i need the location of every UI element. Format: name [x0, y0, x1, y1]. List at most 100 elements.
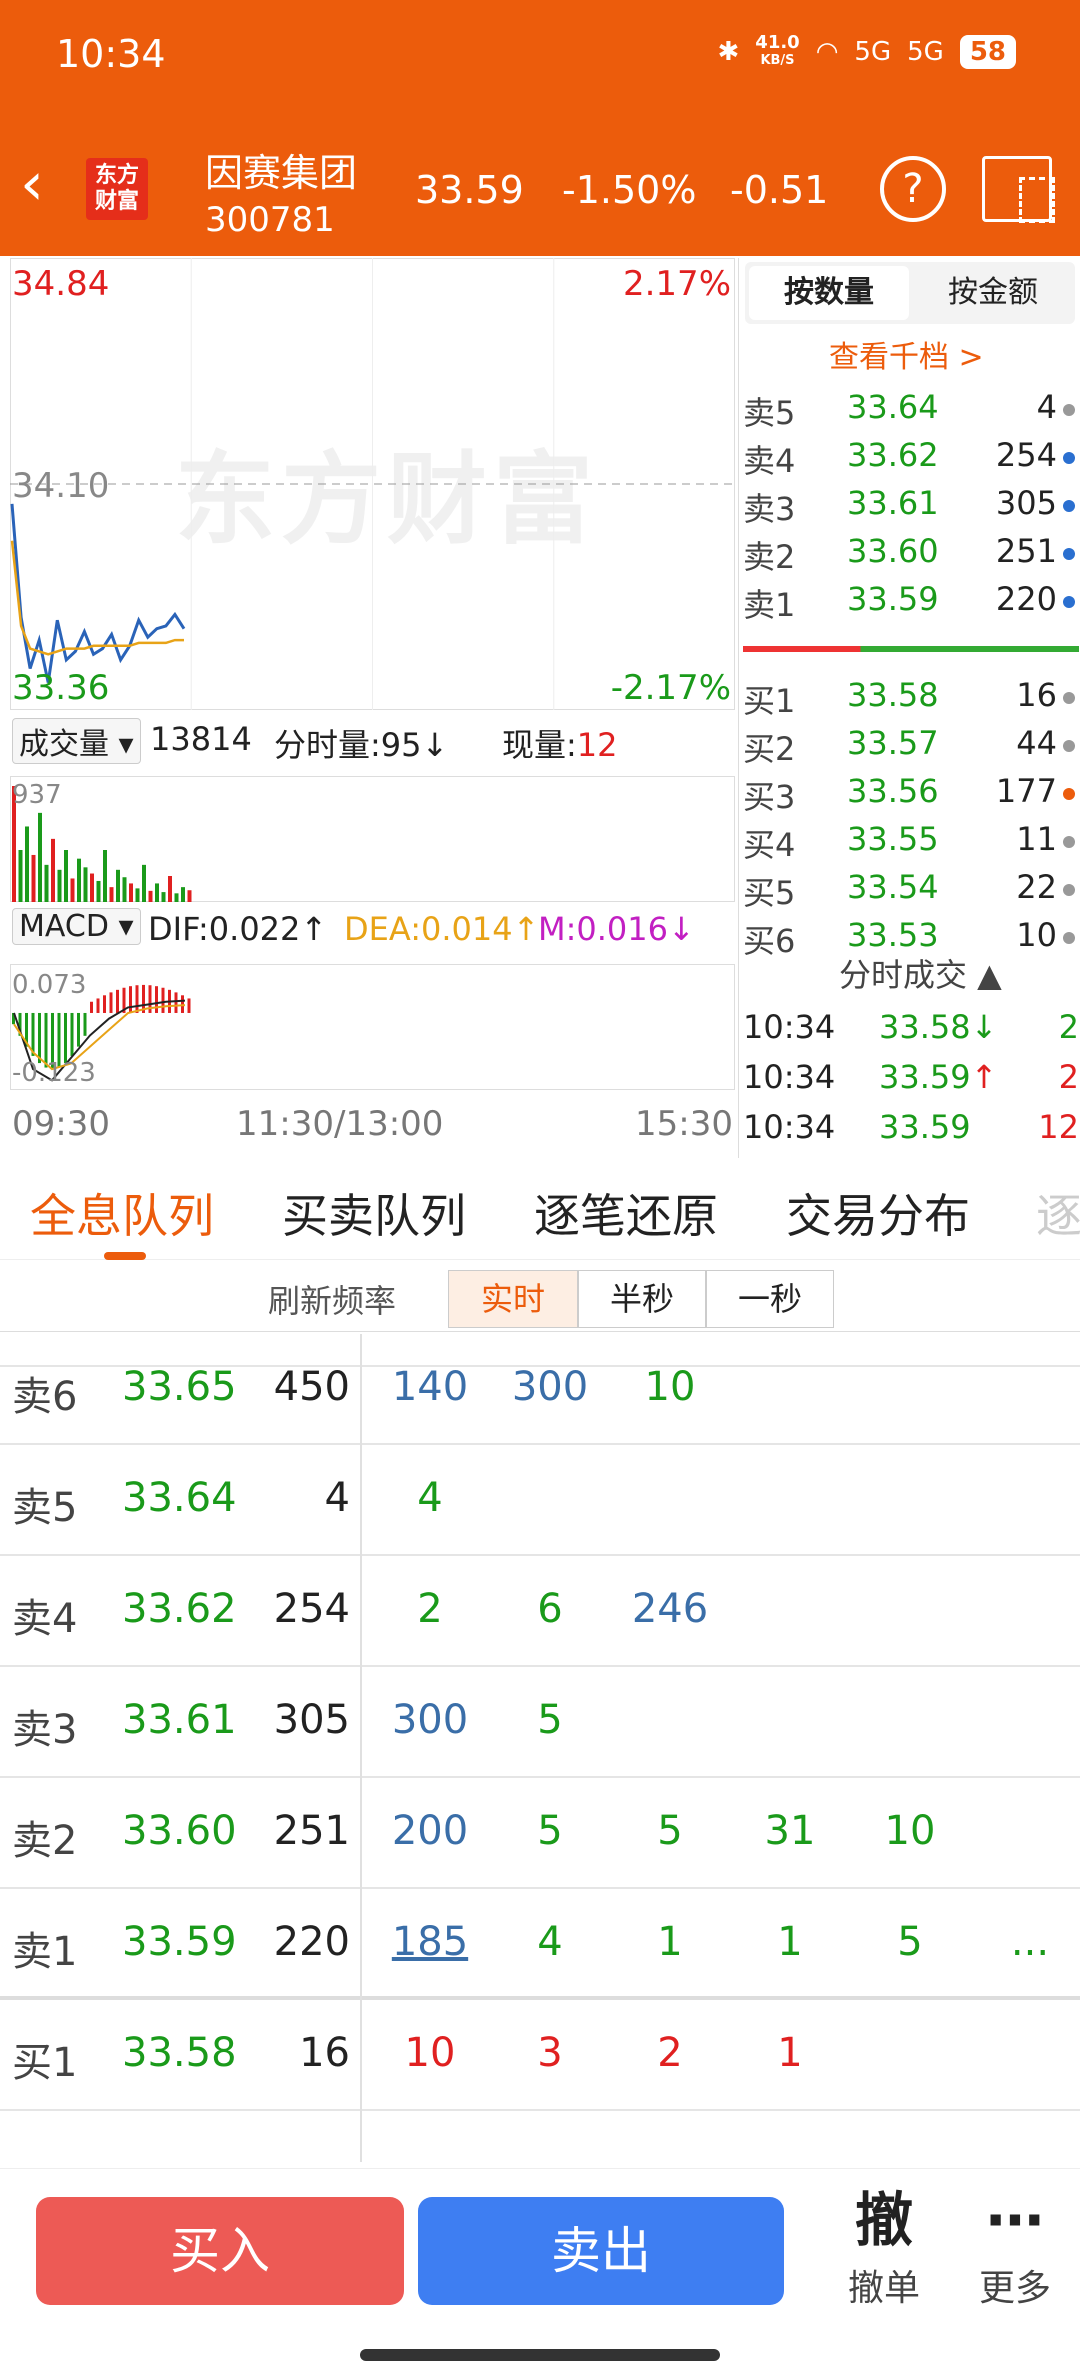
time-start: 09:30 [12, 1104, 110, 1144]
level-volume: 305 [995, 484, 1057, 522]
refresh-realtime[interactable]: 实时 [448, 1270, 578, 1328]
volume-bar [161, 892, 166, 902]
order-queue-table[interactable]: 卖6 33.65 450 140 300 10 卖5 33.64 4 4 卖4 33.62 254 2 6 2… [0, 1334, 1080, 2162]
more-button[interactable]: ⋯ 更多 [955, 2185, 1075, 2311]
intraday-chart-area[interactable]: 东方财富 34.84 2.17% 34.10 33.36 -2.17% 成交量 … [10, 258, 735, 1158]
more-levels-link[interactable]: 查看千档 > [829, 332, 984, 376]
tab-trade-distribution[interactable]: 交易分布 [786, 1180, 970, 1246]
volume-bar [31, 854, 36, 902]
tick-volume: 12 [1038, 1108, 1079, 1146]
level-dot-icon [1063, 788, 1075, 800]
cancel-order-button[interactable]: 撤 撤单 [824, 2185, 944, 2311]
macd-bottom-label: -0.123 [12, 1058, 96, 1088]
level-dot-icon [1063, 932, 1075, 944]
macd-bar [77, 1012, 80, 1047]
queue-row[interactable]: 买1 33.58 16 10 3 2 1 [0, 2000, 1080, 2111]
refresh-label: 刷新频率 [268, 1282, 397, 1320]
ticks-title[interactable]: 分时成交 ▲ [839, 950, 1002, 996]
macd-dif: DIF:0.022↑ [148, 910, 328, 948]
tab-by-amount[interactable]: 按金额 [913, 266, 1073, 320]
queue-price: 33.60 [122, 1808, 237, 1854]
ask-row[interactable]: 卖5 33.64 4 [743, 388, 1079, 436]
queue-price: 33.58 [122, 2030, 237, 2076]
status-icons: ✱ 41.0 KB/S ◠ 5G 5G 58 [718, 34, 1016, 70]
ask-row[interactable]: 卖1 33.59 220 [743, 580, 1079, 628]
queue-level: 卖6 [12, 1374, 78, 1420]
high-price-label: 34.84 [12, 264, 110, 304]
level-price: 33.61 [847, 484, 939, 522]
volume-bar [116, 869, 120, 902]
tick-volume: 分时量:95↓ [274, 726, 449, 764]
volume-bar [135, 888, 140, 902]
bid-row[interactable]: 买4 33.55 11 [743, 820, 1079, 868]
queue-level: 卖4 [12, 1596, 78, 1642]
queue-row[interactable]: 卖4 33.62 254 2 6 246 [0, 1556, 1080, 1667]
tab-bid-ask-queue[interactable]: 买卖队列 [282, 1180, 466, 1246]
bid-row[interactable]: 买2 33.57 44 [743, 724, 1079, 772]
queue-order: 5 [537, 1808, 563, 1854]
volume-bar [155, 883, 159, 902]
macd-dropdown[interactable]: MACD ▾ [12, 908, 141, 945]
buy-button[interactable]: 买入 [36, 2197, 404, 2305]
bottom-action-bar: 买入 卖出 撤 撤单 ⋯ 更多 [0, 2168, 1080, 2376]
tick-price: 33.59 [879, 1108, 971, 1146]
volume-bar [83, 867, 88, 902]
tick-volume: 2 [1058, 1008, 1079, 1046]
low-price-label: 33.36 [12, 668, 110, 708]
cancel-label: 撤单 [847, 2268, 920, 2309]
ask-row[interactable]: 卖2 33.60 251 [743, 532, 1079, 580]
tab-tick-restore[interactable]: 逐笔还原 [534, 1180, 718, 1246]
volume-bar [70, 878, 75, 902]
macd-bar [96, 998, 100, 1013]
header-price: 33.59 [415, 168, 524, 212]
queue-row[interactable]: 卖5 33.64 4 4 [0, 1445, 1080, 1556]
time-mid: 11:30/13:00 [236, 1104, 444, 1144]
macd-m: M:0.016↓ [538, 910, 695, 948]
level-dot-icon [1063, 548, 1075, 560]
wifi-icon: ◠ [815, 37, 839, 67]
macd-dea: DEA:0.014↑ [344, 910, 540, 948]
macd-bar [38, 1012, 41, 1064]
tab-full-queue[interactable]: 全息队列 [30, 1180, 214, 1246]
header-change: -0.51 [730, 168, 829, 212]
time-end: 15:30 [635, 1104, 733, 1144]
back-arrow-icon[interactable]: ‹ [20, 154, 44, 214]
refresh-half-second[interactable]: 半秒 [578, 1270, 706, 1328]
tick-arrow-icon: ↑ [970, 1058, 998, 1096]
stock-code: 300781 [205, 200, 335, 240]
queue-row[interactable]: 卖3 33.61 305 300 5 [0, 1667, 1080, 1778]
refresh-frequency-bar: 刷新频率 实时 半秒 一秒 [0, 1262, 1080, 1332]
bid-row[interactable]: 买5 33.54 22 [743, 868, 1079, 916]
active-tab-underline [104, 1252, 146, 1260]
refresh-one-second[interactable]: 一秒 [706, 1270, 834, 1328]
queue-row[interactable]: 卖1 33.59 220 185 4 1 1 5... [0, 1889, 1080, 2000]
ask-row[interactable]: 卖3 33.61 305 [743, 484, 1079, 532]
ask-row[interactable]: 卖4 33.62 254 [743, 436, 1079, 484]
battery-icon: 58 [959, 35, 1016, 69]
queue-price: 33.64 [122, 1475, 237, 1521]
volume-dropdown[interactable]: 成交量 ▾ [12, 718, 141, 764]
volume-chart [12, 786, 192, 902]
detail-tabs: 全息队列 买卖队列 逐笔还原 交易分布 逐 [0, 1160, 1080, 1260]
more-icon: ⋯ [986, 2186, 1044, 2254]
bid-row[interactable]: 买3 33.56 177 [743, 772, 1079, 820]
help-icon[interactable]: ? [880, 156, 946, 222]
macd-info-bar: MACD ▾ DIF:0.022↑ DEA:0.014↑ M:0.016↓ [10, 906, 735, 952]
tab-next[interactable]: 逐 [1036, 1180, 1080, 1246]
queue-order: 140 [391, 1364, 469, 1410]
level-price: 33.53 [847, 916, 939, 954]
stock-name[interactable]: 因赛集团 [205, 142, 357, 197]
queue-row[interactable]: 卖2 33.60 251 200 5 5 31 10 [0, 1778, 1080, 1889]
layout-switch-icon[interactable] [982, 156, 1055, 223]
macd-bar [116, 989, 119, 1013]
bid-row[interactable]: 买1 33.58 16 [743, 676, 1079, 724]
price-chart [10, 258, 735, 710]
level-price: 33.64 [847, 388, 939, 426]
queue-row[interactable]: 卖6 33.65 450 140 300 10 [0, 1334, 1080, 1445]
volume-bar [122, 877, 127, 902]
queue-total: 305 [273, 1697, 350, 1743]
tab-by-quantity[interactable]: 按数量 [749, 266, 909, 320]
sell-button[interactable]: 卖出 [418, 2197, 784, 2305]
tick-row: 10:34 33.59 12 [743, 1108, 1079, 1156]
queue-order: 185 [391, 1919, 469, 1965]
